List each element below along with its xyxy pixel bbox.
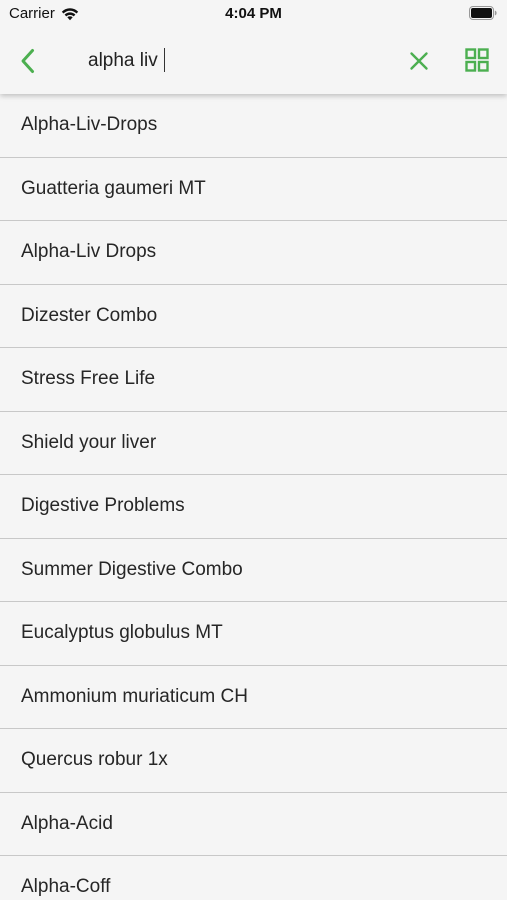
back-button[interactable] bbox=[12, 45, 44, 77]
text-cursor bbox=[164, 48, 165, 72]
list-item[interactable]: Alpha-Liv-Drops bbox=[0, 94, 507, 158]
close-icon bbox=[410, 52, 428, 70]
status-bar: Carrier 4:04 PM bbox=[0, 0, 507, 28]
chevron-left-icon bbox=[21, 49, 34, 73]
clear-search-button[interactable] bbox=[403, 45, 435, 77]
list-item[interactable]: Stress Free Life bbox=[0, 348, 507, 412]
list-item[interactable]: Digestive Problems bbox=[0, 475, 507, 539]
list-item[interactable]: Quercus robur 1x bbox=[0, 729, 507, 793]
grid-view-icon bbox=[465, 48, 489, 72]
list-item[interactable]: Ammonium muriaticum CH bbox=[0, 666, 507, 729]
list-item[interactable]: Summer Digestive Combo bbox=[0, 539, 507, 602]
grid-view-button[interactable] bbox=[461, 44, 493, 76]
status-time: 4:04 PM bbox=[225, 5, 282, 22]
search-results-list: Alpha-Liv-Drops Guatteria gaumeri MT Alp… bbox=[0, 94, 507, 900]
search-input[interactable] bbox=[88, 46, 388, 76]
list-item[interactable]: Shield your liver bbox=[0, 412, 507, 475]
search-app-bar bbox=[0, 28, 507, 94]
list-item[interactable]: Guatteria gaumeri MT bbox=[0, 158, 507, 221]
list-item[interactable]: Eucalyptus globulus MT bbox=[0, 602, 507, 666]
list-item[interactable]: Alpha-Acid bbox=[0, 793, 507, 856]
list-item[interactable]: Alpha-Liv Drops bbox=[0, 221, 507, 285]
battery-icon bbox=[469, 6, 497, 25]
list-item[interactable]: Dizester Combo bbox=[0, 285, 507, 348]
list-item[interactable]: Alpha-Coff bbox=[0, 856, 507, 900]
